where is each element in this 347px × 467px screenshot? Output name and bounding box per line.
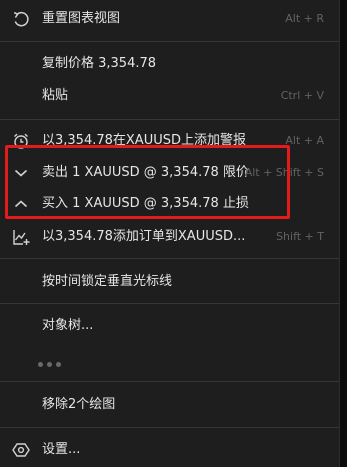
menu-item-buy-stop[interactable]: 买入 1 XAUUSD @ 3,354.78 止损 [0,189,339,219]
menu-item-label: 卖出 1 XAUUSD @ 3,354.78 限价 [42,165,249,180]
chevron-up-icon [14,200,28,208]
menu-item-settings[interactable]: 设置... [0,435,339,465]
menu-item-label: 复制价格 3,354.78 [42,56,157,71]
window-edge [339,0,347,467]
menu-separator [0,303,339,304]
menu-item-copy-price[interactable]: 复制价格 3,354.78 [0,49,339,79]
menu-item-shortcut: Alt + Shift + S [244,166,324,179]
menu-item-remove-drawings[interactable]: 移除2个绘图 [0,390,339,420]
menu-item-label: 以3,354.78在XAUUSD上添加警报 [42,133,246,148]
menu-item-label: 设置... [42,442,81,457]
menu-item-add-alert[interactable]: 以3,354.78在XAUUSD上添加警报 Alt + A [0,126,339,156]
menu-item-shortcut: Shift + T [276,230,324,243]
menu-item-label: 粘贴 [42,88,69,103]
menu-separator [0,119,339,120]
context-menu: 重置图表视图 Alt + R 复制价格 3,354.78 粘贴 Ctrl + V… [0,0,339,467]
menu-separator [0,381,339,382]
menu-item-label: 买入 1 XAUUSD @ 3,354.78 止损 [42,196,249,211]
menu-item-reset-chart-view[interactable]: 重置图表视图 Alt + R [0,4,339,34]
menu-item-label: 对象树... [42,318,94,333]
alarm-clock-icon [14,133,28,149]
settings-gear-icon [12,443,30,457]
order-chart-icon [13,230,30,245]
menu-separator [0,258,339,259]
more-options-icon[interactable] [38,352,78,367]
menu-item-label: 按时间锁定垂直光标线 [42,274,173,289]
menu-separator [0,427,339,428]
menu-separator [0,41,339,42]
menu-item-label: 移除2个绘图 [42,397,116,412]
menu-item-shortcut: Alt + A [285,134,324,147]
menu-item-add-order[interactable]: 以3,354.78添加订单到XAUUSD... Shift + T [0,222,339,252]
menu-item-label: 以3,354.78添加订单到XAUUSD... [42,229,246,244]
menu-item-label: 重置图表视图 [42,11,121,26]
menu-item-sell-limit[interactable]: 卖出 1 XAUUSD @ 3,354.78 限价 Alt + Shift + … [0,158,339,188]
menu-item-paste[interactable]: 粘贴 Ctrl + V [0,81,339,111]
menu-item-lock-vertical-cursor[interactable]: 按时间锁定垂直光标线 [0,267,339,297]
window-edge-border [339,0,340,467]
chevron-down-icon [14,169,28,177]
menu-item-shortcut: Ctrl + V [280,89,324,102]
menu-item-object-tree[interactable]: 对象树... [0,311,339,341]
reset-icon [13,11,29,27]
menu-item-shortcut: Alt + R [285,12,324,25]
